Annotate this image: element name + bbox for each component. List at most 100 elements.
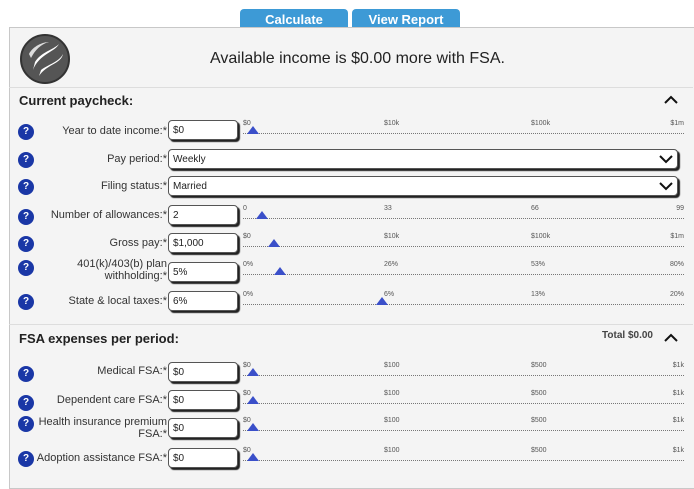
allowances-input[interactable]: 2	[168, 205, 238, 225]
slider-tick-label: $100	[384, 390, 400, 397]
slider-tick-label: $500	[531, 417, 547, 424]
filing-status-label: Filing status:*	[100, 180, 167, 192]
help-state-taxes-icon[interactable]: ?	[18, 294, 34, 310]
slider-track[interactable]	[243, 460, 684, 461]
medical-fsa-label: Medical FSA:*	[97, 365, 167, 377]
slider-tick-label: $1k	[672, 390, 684, 397]
dependent-care-fsa-input[interactable]: $0	[168, 390, 238, 410]
chevron-down-icon	[659, 155, 673, 164]
help-gross-pay-icon[interactable]: ?	[18, 236, 34, 252]
slider-thumb[interactable]	[375, 297, 388, 305]
state-taxes-input[interactable]: 6%	[168, 291, 238, 311]
slider-tick-label: 53%	[531, 261, 546, 268]
slider-thumb[interactable]	[247, 368, 259, 376]
help-dependent-care-icon[interactable]: ?	[18, 395, 34, 411]
slider-tick-label: 99	[676, 205, 684, 212]
plan-withholding-slider[interactable]: 0% 26% 53% 80%	[243, 261, 684, 283]
slider-tick-label: $100	[384, 362, 400, 369]
slider-tick-label: $0	[243, 233, 251, 240]
slider-thumb[interactable]	[255, 211, 268, 219]
gross-pay-slider[interactable]: $0 $10k $100k $1m	[243, 233, 684, 255]
slider-tick-label: $10k	[384, 233, 400, 240]
result-headline: Available income is $0.00 more with FSA.	[210, 50, 505, 67]
help-health-insurance-icon[interactable]: ?	[18, 416, 34, 432]
section-current-paycheck[interactable]: Current paycheck:	[9, 88, 693, 112]
slider-track[interactable]	[243, 430, 684, 431]
allowances-label: Number of allowances:*	[50, 209, 167, 221]
health-insurance-fsa-input[interactable]: $0	[168, 418, 238, 438]
logo-icon	[20, 34, 70, 84]
slider-track[interactable]	[243, 218, 684, 219]
pay-period-select[interactable]: Weekly	[168, 149, 678, 169]
fsa-total: Total $0.00	[602, 330, 653, 341]
health-insurance-fsa-slider[interactable]: $0 $100 $500 $1k	[243, 417, 684, 439]
help-medical-fsa-icon[interactable]: ?	[18, 366, 34, 382]
slider-tick-label: $100	[384, 417, 400, 424]
section-fsa-expenses[interactable]: FSA expenses per period: Total $0.00	[9, 326, 693, 350]
ytd-income-slider[interactable]: $0 $10k $100k $1m	[243, 120, 684, 142]
gross-pay-input[interactable]: $1,000	[168, 233, 238, 253]
slider-tick-label: $1k	[672, 417, 684, 424]
pay-period-label: Pay period:*	[107, 153, 167, 165]
health-insurance-fsa-label: Health insurance premium FSA:*	[38, 416, 167, 440]
slider-tick-label: $1m	[670, 120, 684, 127]
adoption-fsa-label: Adoption assistance FSA:*	[36, 452, 167, 464]
slider-tick-label: 80%	[669, 261, 684, 268]
gross-pay-label: Gross pay:*	[109, 237, 167, 249]
slider-thumb[interactable]	[247, 126, 259, 134]
pay-period-value: Weekly	[173, 154, 206, 165]
section-title: Current paycheck:	[19, 93, 134, 108]
slider-tick-label: $1k	[672, 447, 684, 454]
slider-track[interactable]	[243, 274, 684, 275]
chevron-down-icon	[659, 182, 673, 191]
slider-tick-label: $1m	[670, 233, 684, 240]
help-adoption-icon[interactable]: ?	[18, 451, 34, 467]
slider-thumb[interactable]	[247, 453, 259, 461]
help-ytd-income-icon[interactable]: ?	[18, 124, 34, 140]
slider-tick-label: $100	[384, 447, 400, 454]
slider-track[interactable]	[243, 375, 684, 376]
slider-thumb[interactable]	[273, 267, 286, 275]
help-pay-period-icon[interactable]: ?	[18, 152, 34, 168]
slider-tick-label: $500	[531, 390, 547, 397]
medical-fsa-input[interactable]: $0	[168, 362, 238, 382]
chevron-up-icon[interactable]	[661, 328, 681, 348]
slider-tick-label: 0%	[243, 291, 254, 298]
slider-tick-label: 0	[243, 205, 247, 212]
slider-tick-label: $1k	[672, 362, 684, 369]
chevron-up-icon[interactable]	[661, 90, 681, 110]
section-title: FSA expenses per period:	[19, 331, 179, 346]
help-plan-withholding-icon[interactable]: ?	[18, 260, 34, 276]
slider-tick-label: $10k	[384, 120, 400, 127]
slider-tick-label: 66	[531, 205, 539, 212]
slider-thumb[interactable]	[268, 239, 281, 247]
slider-tick-label: 0%	[243, 261, 254, 268]
state-taxes-slider[interactable]: 0% 6% 13% 20%	[243, 291, 684, 313]
slider-tick-label: $500	[531, 447, 547, 454]
state-taxes-label: State & local taxes:*	[68, 295, 167, 307]
medical-fsa-slider[interactable]: $0 $100 $500 $1k	[243, 362, 684, 384]
slider-track[interactable]	[243, 304, 684, 305]
filing-status-value: Married	[173, 181, 207, 192]
slider-tick-label: 13%	[531, 291, 546, 298]
slider-track[interactable]	[243, 133, 684, 134]
slider-track[interactable]	[243, 246, 684, 247]
adoption-fsa-slider[interactable]: $0 $100 $500 $1k	[243, 447, 684, 469]
ytd-income-label: Year to date income:*	[62, 125, 167, 137]
slider-tick-label: 26%	[384, 261, 399, 268]
help-filing-status-icon[interactable]: ?	[18, 179, 34, 195]
slider-tick-label: $100k	[531, 233, 551, 240]
slider-thumb[interactable]	[247, 396, 259, 404]
slider-track[interactable]	[243, 403, 684, 404]
ytd-income-input[interactable]: $0	[168, 120, 238, 140]
plan-withholding-input[interactable]: 5%	[168, 262, 238, 282]
slider-tick-label: $100k	[531, 120, 551, 127]
allowances-slider[interactable]: 0 33 66 99	[243, 205, 684, 227]
dependent-care-fsa-slider[interactable]: $0 $100 $500 $1k	[243, 390, 684, 412]
slider-tick-label: 20%	[669, 291, 684, 298]
filing-status-select[interactable]: Married	[168, 176, 678, 196]
help-allowances-icon[interactable]: ?	[18, 209, 34, 225]
adoption-fsa-input[interactable]: $0	[168, 448, 238, 468]
plan-withholding-label: 401(k)/403(b) plan withholding:*	[77, 258, 167, 282]
slider-thumb[interactable]	[247, 423, 259, 431]
